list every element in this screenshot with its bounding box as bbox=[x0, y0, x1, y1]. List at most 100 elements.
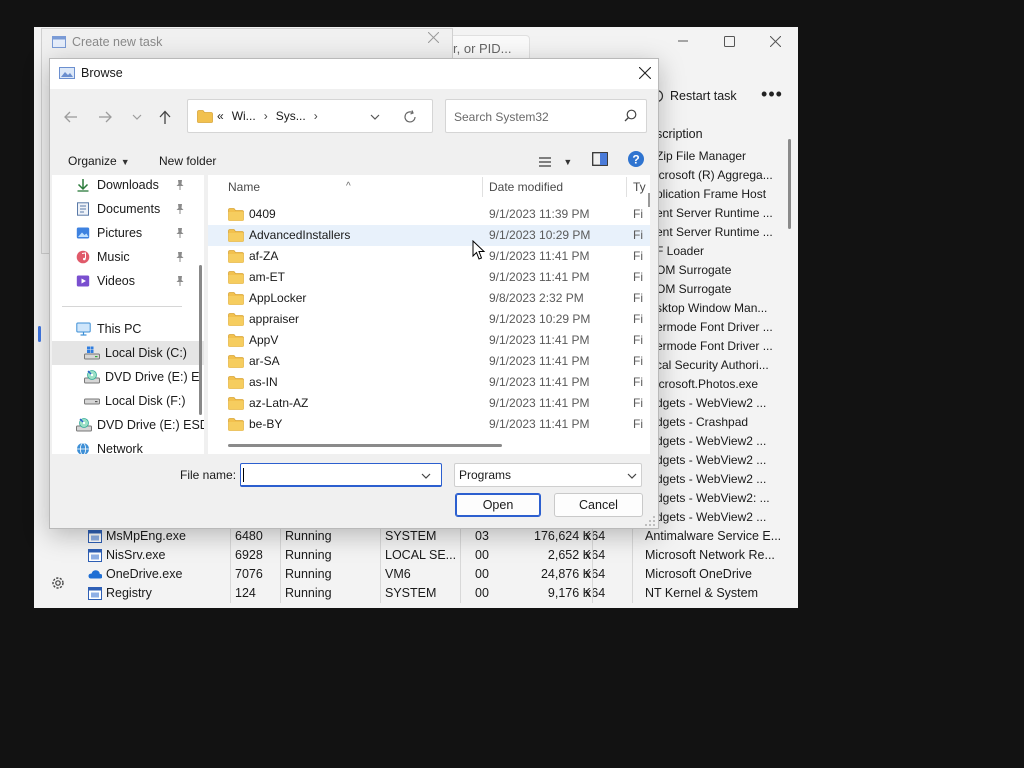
file-row[interactable]: appraiser 9/1/2023 10:29 PM Fi bbox=[208, 309, 650, 330]
search-input[interactable] bbox=[454, 108, 614, 126]
nav-focus-indicator bbox=[38, 326, 41, 342]
breadcrumb-overflow[interactable]: « bbox=[217, 109, 224, 123]
nav-item-local-disk-f[interactable]: Local Disk (F:) bbox=[52, 389, 204, 413]
process-row[interactable]: OneDrive.exe 7076 Running VM6 00 24,876 Kx64 M… bbox=[86, 565, 798, 584]
column-divider[interactable] bbox=[482, 177, 483, 197]
settings-button[interactable] bbox=[50, 575, 66, 591]
preview-pane-button[interactable] bbox=[592, 152, 608, 172]
horizontal-scrollbar[interactable] bbox=[228, 444, 502, 447]
back-button[interactable] bbox=[60, 107, 82, 127]
forward-button[interactable] bbox=[94, 107, 116, 127]
browse-close-button[interactable] bbox=[635, 64, 655, 79]
file-date-modified: 9/1/2023 11:41 PM bbox=[489, 333, 590, 347]
change-view-button[interactable]: ▼ bbox=[538, 151, 572, 171]
pin-icon bbox=[175, 175, 185, 191]
column-header-name[interactable]: Name bbox=[228, 175, 260, 199]
onedrive-cloud-icon bbox=[88, 570, 102, 579]
description-cell: dgets - WebView2 ... bbox=[656, 510, 767, 524]
file-name-input[interactable] bbox=[245, 467, 415, 483]
nav-item-videos[interactable]: Videos bbox=[52, 269, 204, 293]
file-name: as-IN bbox=[249, 375, 278, 389]
windows-drive-icon bbox=[84, 346, 100, 360]
file-row[interactable]: as-IN 9/1/2023 11:41 PM Fi bbox=[208, 372, 650, 393]
nav-item-pictures[interactable]: Pictures bbox=[52, 221, 204, 245]
create-task-close-button[interactable] bbox=[428, 32, 439, 43]
nav-item-this-pc[interactable]: This PC bbox=[52, 317, 204, 341]
nav-item-dvd-drive-e-e[interactable]: DVD Drive (E:) E bbox=[52, 365, 204, 389]
preview-pane-icon bbox=[592, 152, 608, 166]
nav-item-documents[interactable]: Documents bbox=[52, 197, 204, 221]
file-name-dropdown-button[interactable] bbox=[421, 468, 431, 479]
up-button[interactable] bbox=[154, 107, 176, 127]
column-divider bbox=[632, 565, 633, 584]
nav-item-network[interactable]: Network bbox=[52, 437, 204, 454]
file-row[interactable]: AppLocker 9/8/2023 2:32 PM Fi bbox=[208, 288, 650, 309]
file-row[interactable]: az-Latn-AZ 9/1/2023 11:41 PM Fi bbox=[208, 393, 650, 414]
organize-label: Organize bbox=[68, 154, 117, 168]
file-row[interactable]: be-BY 9/1/2023 11:41 PM Fi bbox=[208, 414, 650, 435]
process-status: Running bbox=[285, 548, 332, 562]
folder-icon bbox=[228, 271, 244, 284]
process-user: SYSTEM bbox=[385, 529, 437, 543]
process-row[interactable]: MsMpEng.exe 6480 Running SYSTEM 03 176,624 Kx… bbox=[86, 527, 798, 546]
file-row[interactable]: AdvancedInstallers 9/1/2023 10:29 PM Fi bbox=[208, 225, 650, 246]
column-divider bbox=[632, 546, 633, 565]
description-cell: OM Surrogate bbox=[656, 263, 732, 277]
open-button[interactable]: Open bbox=[455, 493, 541, 517]
column-divider[interactable] bbox=[626, 177, 627, 197]
close-window-button[interactable] bbox=[752, 27, 798, 55]
network-icon bbox=[76, 442, 90, 454]
process-memory: 2,652 K bbox=[547, 548, 591, 562]
search-box[interactable] bbox=[445, 99, 647, 133]
file-row[interactable]: 0409 9/1/2023 11:39 PM Fi bbox=[208, 204, 650, 225]
file-row[interactable]: AppV 9/1/2023 11:41 PM Fi bbox=[208, 330, 650, 351]
process-row[interactable]: NisSrv.exe 6928 Running LOCAL SE... 00 2,652 … bbox=[86, 546, 798, 565]
file-type-dropdown-button[interactable] bbox=[627, 469, 637, 479]
file-row[interactable]: am-ET 9/1/2023 11:41 PM Fi bbox=[208, 267, 650, 288]
cancel-button[interactable]: Cancel bbox=[554, 493, 643, 517]
more-options-button[interactable]: ••• bbox=[760, 85, 784, 107]
new-folder-button[interactable]: New folder bbox=[159, 151, 216, 171]
organize-button[interactable]: Organize ▼ bbox=[68, 151, 130, 171]
maximize-button[interactable] bbox=[706, 27, 752, 55]
nav-item-local-disk-c[interactable]: Local Disk (C:) bbox=[52, 341, 204, 365]
nav-item-music[interactable]: Music bbox=[52, 245, 204, 269]
column-header-type[interactable]: Ty bbox=[633, 175, 646, 199]
restart-task-button[interactable]: Restart task bbox=[650, 85, 737, 107]
process-cpu: 03 bbox=[475, 529, 489, 543]
chevron-down-icon bbox=[421, 473, 431, 479]
description-cell: dgets - Crashpad bbox=[656, 415, 749, 429]
address-dropdown-button[interactable] bbox=[370, 108, 380, 120]
navigation-scrollbar[interactable] bbox=[199, 265, 202, 415]
recent-locations-button[interactable] bbox=[126, 107, 148, 127]
breadcrumb-item-windows[interactable]: Wi... bbox=[232, 109, 256, 123]
refresh-button[interactable] bbox=[403, 107, 417, 124]
file-list-scrollbar[interactable] bbox=[648, 193, 650, 207]
process-description: Antimalware Service E... bbox=[645, 529, 782, 543]
task-manager-scrollbar[interactable] bbox=[788, 139, 791, 229]
column-divider bbox=[592, 527, 593, 546]
column-header-date-modified[interactable]: Date modified bbox=[489, 175, 563, 199]
nav-item-dvd-drive-e-esd[interactable]: DVD Drive (E:) ESD bbox=[52, 413, 204, 437]
description-column-header[interactable]: scription bbox=[656, 127, 703, 141]
help-button[interactable]: ? bbox=[627, 150, 645, 170]
process-row[interactable]: Registry 124 Running SYSTEM 00 9,176 Kx64 NT K… bbox=[86, 584, 798, 603]
chevron-down-icon bbox=[370, 114, 380, 120]
folder-icon bbox=[228, 313, 244, 326]
file-type-select[interactable]: Programs bbox=[454, 463, 642, 487]
folder-icon bbox=[228, 397, 244, 410]
file-name: az-Latn-AZ bbox=[249, 396, 309, 410]
resize-grip[interactable] bbox=[644, 515, 656, 527]
folder-icon bbox=[228, 250, 244, 263]
file-row[interactable]: ar-SA 9/1/2023 11:41 PM Fi bbox=[208, 351, 650, 372]
breadcrumb-item-system32[interactable]: Sys... bbox=[276, 109, 306, 123]
description-cell: cal Security Authori... bbox=[656, 358, 769, 372]
file-name-combobox[interactable] bbox=[240, 463, 442, 487]
process-description: Microsoft OneDrive bbox=[645, 567, 752, 581]
minimize-button[interactable] bbox=[660, 27, 706, 55]
nav-item-downloads[interactable]: Downloads bbox=[52, 175, 204, 197]
file-row[interactable]: af-ZA 9/1/2023 11:41 PM Fi bbox=[208, 246, 650, 267]
file-name: af-ZA bbox=[249, 249, 279, 263]
description-cell: dgets - WebView2 ... bbox=[656, 453, 767, 467]
address-bar[interactable]: « Wi... › Sys... › bbox=[187, 99, 433, 133]
